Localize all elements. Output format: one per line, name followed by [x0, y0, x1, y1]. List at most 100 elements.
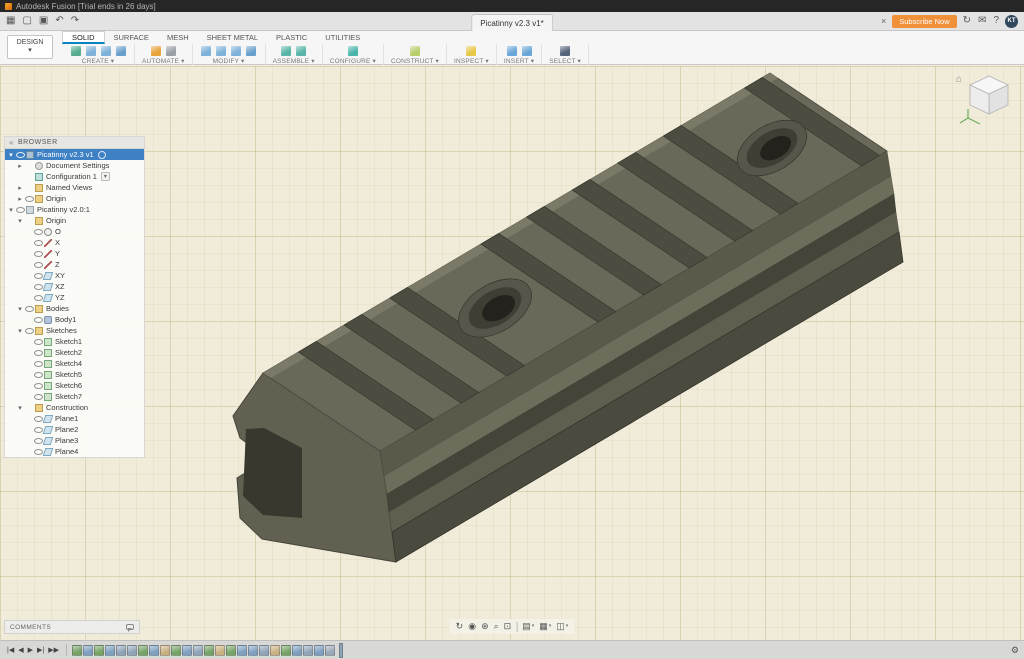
expand-open-arrow-icon[interactable]: ▾	[16, 217, 24, 225]
timeline-hole-icon[interactable]	[313, 644, 324, 656]
fit-icon[interactable]: ⊡	[504, 622, 512, 631]
press-pull-icon[interactable]	[200, 44, 213, 57]
timeline-sketch-icon[interactable]	[93, 644, 104, 656]
timeline-extrude-icon[interactable]	[82, 644, 93, 656]
visibility-eye-icon[interactable]	[24, 326, 35, 335]
timeline-sketch-icon[interactable]	[280, 644, 291, 656]
browser-item-named-views[interactable]: ▸ Named Views	[5, 182, 144, 193]
visibility-eye-icon[interactable]	[15, 150, 26, 159]
go-to-start-icon[interactable]: |◀	[5, 647, 16, 654]
visibility-eye-icon[interactable]	[33, 381, 44, 390]
tab-plastic[interactable]: PLASTIC	[267, 31, 316, 44]
browser-item-o[interactable]: O	[5, 226, 144, 237]
play-icon[interactable]: ▶	[26, 647, 35, 654]
expand-closed-arrow-icon[interactable]: ▸	[16, 162, 24, 170]
close-icon[interactable]: ×	[881, 16, 886, 26]
visibility-eye-icon[interactable]	[33, 348, 44, 357]
visibility-eye-icon[interactable]	[33, 238, 44, 247]
expand-closed-arrow-icon[interactable]: ▸	[16, 184, 24, 192]
timeline-extrude-icon[interactable]	[236, 644, 247, 656]
undo-icon[interactable]: ↶	[55, 16, 63, 26]
browser-item-origin[interactable]: ▸ Origin	[5, 193, 144, 204]
timeline-plane-icon[interactable]	[269, 644, 280, 656]
browser-item-x[interactable]: X	[5, 237, 144, 248]
tab-surface[interactable]: SURFACE	[105, 31, 158, 44]
browser-item-plane4[interactable]: Plane4	[5, 446, 144, 457]
measure-icon[interactable]	[465, 44, 478, 57]
browser-item-plane2[interactable]: Plane2	[5, 424, 144, 435]
expand-open-arrow-icon[interactable]: ▾	[16, 327, 24, 335]
view-cube[interactable]: ⌂	[956, 72, 1016, 126]
browser-item-origin[interactable]: ▾ Origin	[5, 215, 144, 226]
visibility-eye-icon[interactable]	[33, 260, 44, 269]
look-at-icon[interactable]: ◉	[468, 622, 476, 631]
group-label-construct[interactable]: CONSTRUCT ▾	[391, 57, 439, 65]
document-tab[interactable]: Picatinny v2.3 v1*	[471, 14, 553, 31]
browser-item-sketch2[interactable]: Sketch2	[5, 347, 144, 358]
construction-plane-icon[interactable]	[408, 44, 421, 57]
group-label-insert[interactable]: INSERT ▾	[504, 57, 534, 65]
group-label-configure[interactable]: CONFIGURE ▾	[330, 57, 376, 65]
timeline-fillet-icon[interactable]	[126, 644, 137, 656]
expand-closed-arrow-icon[interactable]: ▸	[16, 195, 24, 203]
timeline-marker[interactable]	[338, 642, 343, 658]
subscribe-button[interactable]: Subscribe Now	[892, 14, 957, 28]
browser-item-yz[interactable]: YZ	[5, 292, 144, 303]
visibility-eye-icon[interactable]	[33, 315, 44, 324]
browser-item-sketch7[interactable]: Sketch7	[5, 391, 144, 402]
new-component-icon[interactable]	[280, 44, 293, 57]
timeline-mirror-icon[interactable]	[324, 644, 335, 656]
display-settings-icon[interactable]: ▤ ▾	[522, 622, 534, 631]
group-label-inspect[interactable]: INSPECT ▾	[454, 57, 489, 65]
group-label-automate[interactable]: AUTOMATE ▾	[142, 57, 185, 65]
browser-item-sketches[interactable]: ▾ Sketches	[5, 325, 144, 336]
job-status-icon[interactable]: ↻	[963, 16, 971, 26]
browser-item-sketch6[interactable]: Sketch6	[5, 380, 144, 391]
timeline-sketch-icon[interactable]	[170, 644, 181, 656]
help-icon[interactable]: ?	[993, 16, 999, 26]
browser-item-picatinny-v2-0-1[interactable]: ▾ Picatinny v2.0:1	[5, 204, 144, 215]
view-cube-graphic[interactable]	[956, 72, 1016, 126]
pan-icon[interactable]: ⊕	[481, 622, 489, 631]
fillet-icon[interactable]	[215, 44, 228, 57]
tab-mesh[interactable]: MESH	[158, 31, 198, 44]
browser-item-construction[interactable]: ▾ Construction	[5, 402, 144, 413]
insert-mcmaster-icon[interactable]	[505, 44, 518, 57]
browser-item-bodies[interactable]: ▾ Bodies	[5, 303, 144, 314]
file-new-icon[interactable]: ▢	[22, 16, 31, 26]
shell-icon[interactable]	[230, 44, 243, 57]
tab-utilities[interactable]: UTILITIES	[316, 31, 369, 44]
step-forward-icon[interactable]: ▶|	[35, 647, 46, 654]
viewport-canvas[interactable]: ⌂ « BROWSER ▾ Picatinny v2.3 v1 ▸ Document …	[0, 66, 1024, 640]
scripts-addins-icon[interactable]	[164, 44, 177, 57]
tab-sheet-metal[interactable]: SHEET METAL	[198, 31, 267, 44]
browser-item-plane1[interactable]: Plane1	[5, 413, 144, 424]
redo-icon[interactable]: ↷	[71, 16, 79, 26]
notifications-icon[interactable]: ✉	[978, 16, 986, 26]
collapse-browser-icon[interactable]: «	[9, 138, 14, 147]
timeline-plane-icon[interactable]	[214, 644, 225, 656]
new-sketch-icon[interactable]	[69, 44, 82, 57]
cylinder-primitive-icon[interactable]	[99, 44, 112, 57]
zoom-icon[interactable]: ⌕	[494, 622, 499, 631]
automation-icon[interactable]	[149, 44, 162, 57]
go-to-end-icon[interactable]: ▶▶	[46, 647, 61, 654]
browser-item-z[interactable]: Z	[5, 259, 144, 270]
visibility-eye-icon[interactable]	[15, 205, 26, 214]
browser-item-sketch1[interactable]: Sketch1	[5, 336, 144, 347]
timeline-hole-icon[interactable]	[247, 644, 258, 656]
timeline-extrude-icon[interactable]	[291, 644, 302, 656]
combine-icon[interactable]	[245, 44, 258, 57]
joint-icon[interactable]	[295, 44, 308, 57]
expand-open-arrow-icon[interactable]: ▾	[7, 151, 15, 159]
browser-item-sketch5[interactable]: Sketch5	[5, 369, 144, 380]
orbit-icon[interactable]: ↻	[456, 622, 464, 631]
visibility-eye-icon[interactable]	[33, 370, 44, 379]
picatinny-rail-model[interactable]	[0, 66, 1024, 640]
grid-snaps-icon[interactable]: ▦ ▾	[539, 622, 551, 631]
browser-item-y[interactable]: Y	[5, 248, 144, 259]
visibility-eye-icon[interactable]	[33, 249, 44, 258]
box-primitive-icon[interactable]	[84, 44, 97, 57]
timeline-plane-icon[interactable]	[159, 644, 170, 656]
browser-item-picatinny-v2-3-v1[interactable]: ▾ Picatinny v2.3 v1	[5, 149, 144, 160]
